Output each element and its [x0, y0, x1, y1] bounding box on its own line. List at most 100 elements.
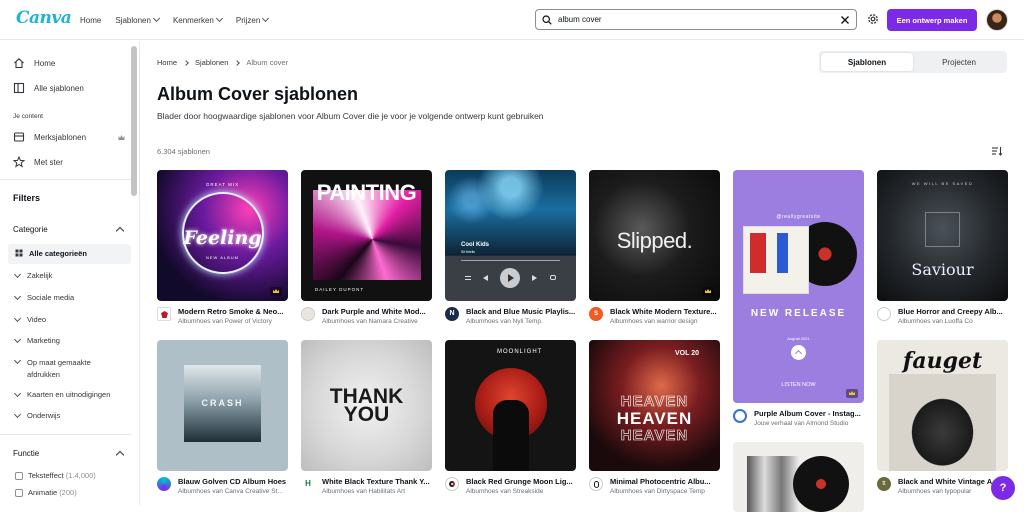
template-title[interactable]: Black Red Grunge Moon Lig... [466, 477, 578, 486]
template-title[interactable]: White Black Texture Thank Y... [322, 477, 434, 486]
filter-animation[interactable]: Animatie (200) [15, 488, 77, 497]
template-thumbnail[interactable]: THANK YOU [301, 340, 432, 471]
author-logo [157, 477, 171, 491]
template-author[interactable]: Jouw verhaal van Almond Studio [754, 420, 866, 427]
template-thumbnail[interactable]: CRASH [157, 340, 288, 471]
search-input[interactable] [558, 15, 828, 24]
category-cards-invitations[interactable]: Kaarten en uitnodigingen [13, 389, 111, 399]
chevron-down-icon [262, 14, 270, 23]
chevron-down-icon [215, 14, 223, 23]
template-title[interactable]: Minimal Photocentric Albu... [610, 477, 722, 486]
search-box[interactable] [535, 9, 857, 30]
thumb-small-text: DAILEY DUPONT [315, 287, 365, 292]
category-all[interactable]: Alle categorieën [15, 249, 87, 258]
author-logo: tt [877, 477, 891, 491]
checkbox[interactable] [15, 488, 23, 497]
breadcrumb-current: Album cover [246, 58, 289, 67]
category-heading[interactable]: Categorie [13, 225, 48, 234]
template-thumbnail[interactable]: Cool Kids Sit fidelis [445, 170, 576, 301]
template-thumbnail[interactable]: VOL 20 HEAVEN HEAVEN HEAVEN [589, 340, 720, 471]
template-title[interactable]: Blue Horror and Creepy Alb... [898, 307, 1010, 316]
template-thumbnail[interactable]: fauget [877, 340, 1008, 471]
settings-gear-icon[interactable] [866, 12, 880, 26]
sidebar-item-starred[interactable]: Met ster [13, 156, 63, 168]
premium-crown-icon [270, 287, 282, 296]
filters-heading: Filters [13, 193, 41, 203]
template-title[interactable]: Dark Purple and White Mod... [322, 307, 434, 316]
sidebar-item-all-templates[interactable]: Alle sjablonen [13, 82, 84, 94]
template-title[interactable]: Blauw Golven CD Album Hoes [178, 477, 290, 486]
template-title[interactable]: Black White Modern Texture... [610, 307, 722, 316]
category-business[interactable]: Zakelijk [13, 270, 52, 280]
nav-templates-label: Sjablonen [115, 15, 151, 25]
tab-templates[interactable]: Sjablonen [821, 53, 913, 71]
template-thumbnail[interactable]: @reallygreatsite NEW RELEASE August 2021… [733, 170, 864, 403]
nav-templates[interactable]: Sjablonen [115, 14, 160, 25]
category-label: Alle categorieën [29, 249, 87, 258]
breadcrumb-templates[interactable]: Sjablonen [195, 58, 228, 67]
sidebar-scrollbar[interactable] [131, 46, 137, 196]
tab-projects[interactable]: Projecten [913, 53, 1005, 71]
template-thumbnail[interactable]: PAINTING DAILEY DUPONT [301, 170, 432, 301]
category-education[interactable]: Onderwijs [13, 410, 60, 420]
nav-pricing[interactable]: Prijzen [236, 14, 270, 25]
canva-logo[interactable]: Canva [16, 8, 72, 28]
thumb-title: THANK YOU [329, 385, 404, 426]
author-logo [877, 307, 891, 321]
template-author[interactable]: Albumhoes van Canva Creative St... [178, 488, 290, 495]
sidebar-item-brand-templates[interactable]: Merksjablonen [13, 131, 86, 143]
sidebar-item-home[interactable]: Home [13, 57, 55, 69]
chevron-down-icon [13, 389, 22, 398]
nav-features[interactable]: Kenmerken [172, 14, 223, 25]
author-logo [445, 477, 459, 491]
create-design-button[interactable]: Een ontwerp maken [887, 9, 977, 31]
nav-features-label: Kenmerken [172, 15, 214, 25]
template-author[interactable]: Albumhoes van Luoffa Co [898, 318, 1010, 325]
template-author[interactable]: Albumhoes van Namara Creative [322, 318, 434, 325]
chevron-up-icon[interactable] [115, 450, 125, 460]
checkbox[interactable] [15, 471, 23, 480]
function-heading[interactable]: Functie [13, 449, 39, 458]
help-button[interactable]: ? [991, 476, 1015, 500]
category-label: Kaarten en uitnodigingen [27, 390, 111, 399]
breadcrumb-home[interactable]: Home [157, 58, 177, 67]
play-button-icon [500, 268, 520, 288]
author-logo [301, 307, 315, 321]
sidebar-item-label: Home [34, 58, 56, 68]
user-avatar[interactable] [986, 9, 1008, 31]
page-title: Album Cover sjablonen [157, 84, 359, 104]
thumb-title: NEW RELEASE [750, 308, 847, 319]
template-author[interactable]: Albumhoes van Dirtyspace Temp [610, 488, 722, 495]
template-author[interactable]: Albumhoes van Streakside [466, 488, 578, 495]
template-thumbnail[interactable]: MOONLIGHT [445, 340, 576, 471]
template-title[interactable]: Purple Album Cover - Instag... [754, 409, 866, 418]
chevron-up-icon[interactable] [115, 226, 125, 236]
template-author[interactable]: Albumhoes van Power of Victory [178, 318, 290, 325]
template-thumbnail[interactable]: GREAT MIX Feeling NEW ALBUM [157, 170, 288, 301]
template-title[interactable]: Modern Retro Smoke & Neo... [178, 307, 290, 316]
template-thumbnail[interactable]: Slipped. [589, 170, 720, 301]
template-author[interactable]: Albumhoes van warrior design [610, 318, 722, 325]
category-custom-prints[interactable]: Op maat gemaakte afdrukken [13, 356, 125, 381]
category-marketing[interactable]: Marketing [13, 335, 60, 345]
template-thumbnail[interactable]: WE WILL BE SAVED Saviour [877, 170, 1008, 301]
category-video[interactable]: Video [13, 314, 46, 324]
template-title[interactable]: Black and Blue Music Playlis... [466, 307, 578, 316]
template-author[interactable]: Albumhoes van Habilitats Art [322, 488, 434, 495]
chevron-down-icon [13, 292, 22, 301]
portrait-photo [889, 374, 996, 471]
sidebar: Home Alle sjablonen Je content Merksjabl… [0, 41, 140, 505]
category-label: Op maat gemaakte afdrukken [27, 358, 91, 379]
view-toggle: Sjablonen Projecten [819, 51, 1007, 73]
category-social-media[interactable]: Sociale media [13, 292, 74, 302]
clear-search-icon[interactable] [840, 15, 850, 25]
template-author[interactable]: Albumhoes van Nyli Temp. [466, 318, 578, 325]
chevron-down-icon [152, 14, 160, 23]
filter-text-effect[interactable]: Teksteffect (1.4,000) [15, 471, 96, 480]
previous-icon [483, 275, 488, 281]
template-thumbnail[interactable] [733, 442, 864, 512]
nav-home[interactable]: Home [80, 16, 101, 25]
vinyl-record [793, 456, 849, 512]
chevron-down-icon [13, 270, 22, 279]
sort-icon[interactable] [991, 145, 1003, 157]
